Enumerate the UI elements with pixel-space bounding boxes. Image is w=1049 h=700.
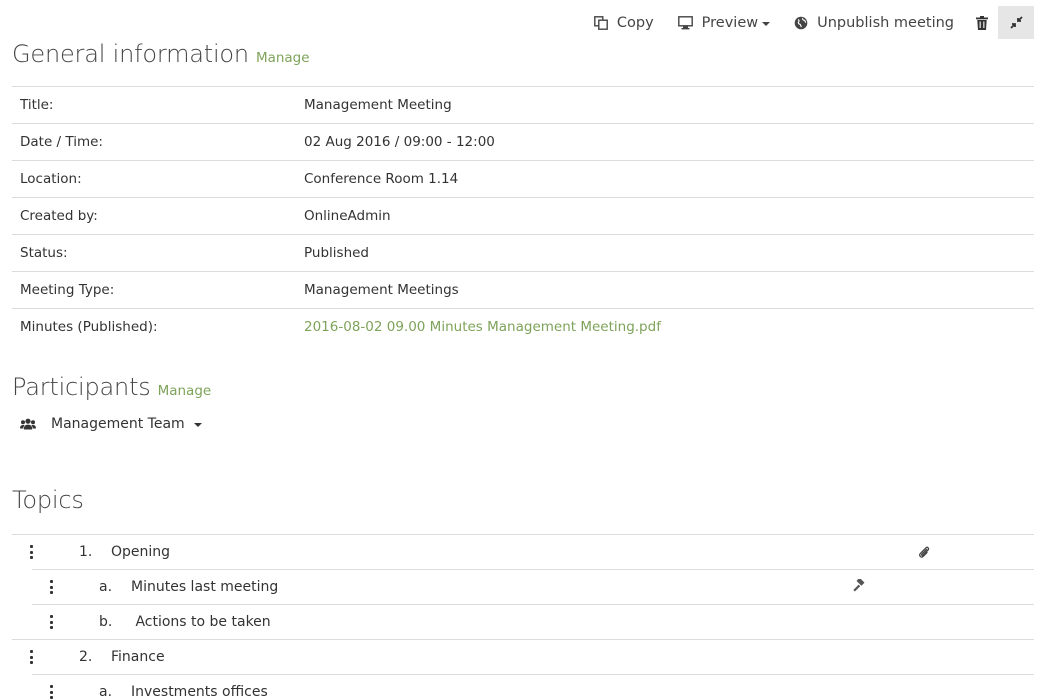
participant-group-dropdown[interactable]: Management Team — [20, 416, 202, 432]
participants-header: Participants Manage — [12, 373, 211, 401]
unpublish-label: Unpublish meeting — [817, 14, 954, 31]
topic-title[interactable]: Actions to be taken — [131, 614, 270, 630]
info-label: Date / Time: — [12, 123, 296, 161]
copy-icon — [593, 15, 608, 30]
minutes-file-link[interactable]: 2016-08-02 09.00 Minutes Management Meet… — [304, 319, 661, 335]
info-row-title: Title: Management Meeting — [12, 86, 1034, 124]
collapse-button[interactable] — [998, 6, 1034, 39]
info-row-status: Status: Published — [12, 234, 1034, 272]
delete-button[interactable] — [966, 6, 998, 39]
general-information-title: General information — [12, 40, 249, 68]
info-label: Created by: — [12, 197, 296, 235]
chevron-down-icon — [193, 423, 202, 427]
topic-number: b. — [99, 614, 113, 630]
topic-number: a. — [99, 684, 113, 700]
topics-list: 1. Opening a. Minutes last meeting b. Ac… — [12, 534, 1034, 700]
topic-row[interactable]: a. Investments offices — [32, 674, 1034, 700]
topic-row[interactable]: b. Actions to be taken — [32, 604, 1034, 639]
info-label: Location: — [12, 160, 296, 198]
info-value: 2016-08-02 09.00 Minutes Management Meet… — [296, 308, 1034, 346]
info-value: Management Meetings — [296, 271, 1034, 309]
topics-header: Topics — [12, 486, 84, 514]
info-row-date-time: Date / Time: 02 Aug 2016 / 09:00 - 12:00 — [12, 123, 1034, 161]
info-value: Conference Room 1.14 — [296, 160, 1034, 198]
unpublish-meeting-button[interactable]: Unpublish meeting — [782, 6, 966, 39]
topic-row[interactable]: 1. Opening — [12, 534, 1034, 569]
general-information-header: General information Manage — [12, 40, 310, 68]
preview-dropdown[interactable]: Preview — [666, 6, 782, 39]
general-manage-link[interactable]: Manage — [256, 50, 310, 66]
drag-handle-icon[interactable] — [50, 615, 54, 629]
topic-title[interactable]: Finance — [111, 649, 165, 665]
topic-row[interactable]: 2. Finance — [12, 639, 1034, 674]
info-label: Title: — [12, 86, 296, 124]
monitor-icon — [677, 15, 693, 30]
meeting-toolbar: Copy Preview Unpublish meeting — [582, 6, 1034, 39]
globe-icon — [794, 16, 808, 30]
topic-number: a. — [99, 579, 113, 595]
topics-title: Topics — [12, 486, 84, 514]
copy-label: Copy — [616, 14, 654, 31]
info-row-created-by: Created by: OnlineAdmin — [12, 197, 1034, 235]
info-row-minutes: Minutes (Published): 2016-08-02 09.00 Mi… — [12, 308, 1034, 346]
drag-handle-icon[interactable] — [30, 545, 34, 559]
info-row-location: Location: Conference Room 1.14 — [12, 160, 1034, 198]
topic-row[interactable]: a. Minutes last meeting — [32, 569, 1034, 604]
participants-title: Participants — [12, 373, 151, 401]
collapse-icon — [1009, 16, 1023, 29]
topic-title[interactable]: Opening — [111, 544, 170, 560]
paperclip-icon[interactable] — [918, 545, 930, 559]
info-value: OnlineAdmin — [296, 197, 1034, 235]
participant-group-label: Management Team — [51, 416, 185, 432]
drag-handle-icon[interactable] — [50, 580, 54, 594]
info-label: Meeting Type: — [12, 271, 296, 309]
info-row-meeting-type: Meeting Type: Management Meetings — [12, 271, 1034, 309]
info-value: 02 Aug 2016 / 09:00 - 12:00 — [296, 123, 1034, 161]
copy-button[interactable]: Copy — [582, 6, 666, 39]
users-icon — [20, 418, 36, 431]
topic-number: 2. — [79, 649, 93, 665]
gavel-icon[interactable] — [852, 579, 867, 593]
general-information-table: Title: Management Meeting Date / Time: 0… — [12, 86, 1034, 346]
info-value: Published — [296, 234, 1034, 272]
topic-title[interactable]: Investments offices — [131, 684, 268, 700]
chevron-down-icon — [762, 21, 771, 26]
topic-number: 1. — [79, 544, 93, 560]
drag-handle-icon[interactable] — [50, 685, 54, 699]
drag-handle-icon[interactable] — [30, 650, 34, 664]
info-value: Management Meeting — [296, 86, 1034, 124]
info-label: Minutes (Published): — [12, 308, 296, 346]
trash-icon — [976, 15, 988, 30]
topic-title[interactable]: Minutes last meeting — [131, 579, 278, 595]
info-label: Status: — [12, 234, 296, 272]
participants-manage-link[interactable]: Manage — [158, 383, 212, 399]
preview-label: Preview — [701, 14, 759, 31]
